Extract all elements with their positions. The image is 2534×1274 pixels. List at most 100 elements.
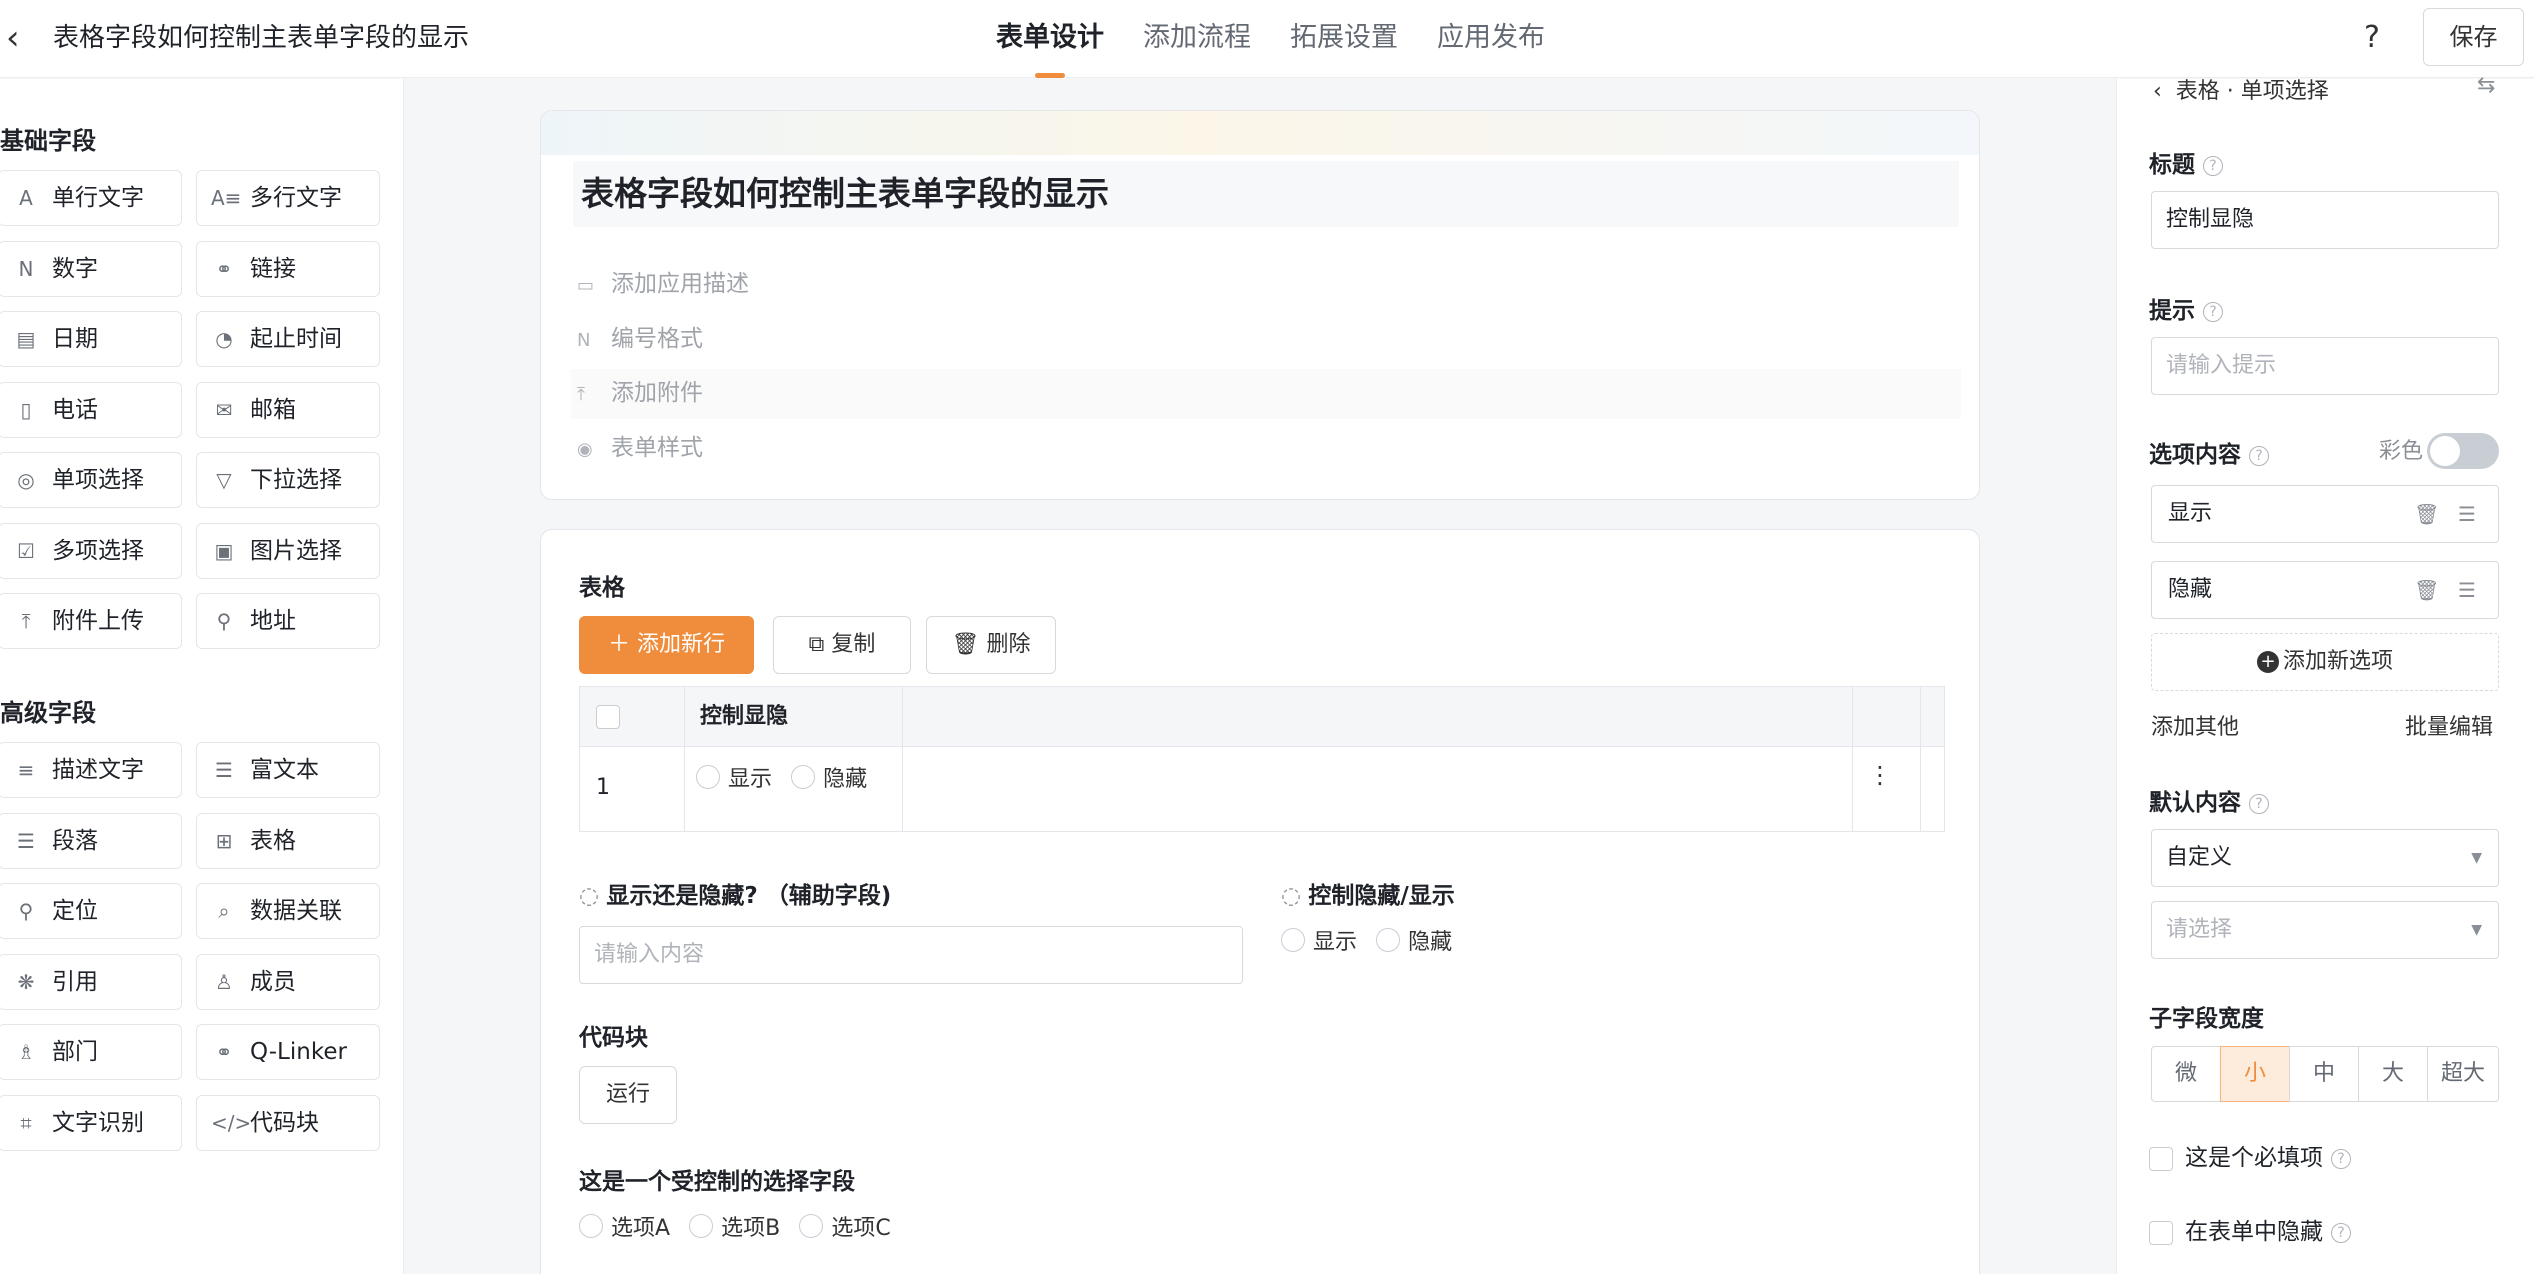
radio-option-b[interactable] bbox=[689, 1214, 714, 1238]
field-label: 数字 bbox=[52, 255, 98, 282]
field-description[interactable]: ≡ 描述文字 bbox=[0, 742, 182, 798]
add-attachment-link[interactable]: ⤒ 添加附件 bbox=[577, 376, 703, 412]
field-label: 邮箱 bbox=[250, 396, 296, 423]
field-member[interactable]: ♙ 成员 bbox=[196, 953, 380, 1010]
radio-hide[interactable] bbox=[1376, 928, 1401, 952]
field-label: 部门 bbox=[52, 1039, 98, 1065]
drag-handle-icon[interactable]: ☰ bbox=[2458, 486, 2476, 542]
add-description-link[interactable]: ▭ 添加应用描述 bbox=[577, 267, 749, 303]
width-option-large[interactable]: 大 bbox=[2358, 1046, 2428, 1102]
field-table[interactable]: ⊞ 表格 bbox=[196, 812, 380, 869]
upload-icon: ⤒ bbox=[21, 609, 31, 633]
form-style-link[interactable]: ◉ 表单样式 bbox=[577, 431, 703, 467]
hidden-checkbox-row[interactable]: 在表单中隐藏? bbox=[2149, 1217, 2351, 1247]
field-reference[interactable]: ❋ 引用 bbox=[0, 953, 182, 1010]
field-label: 多行文字 bbox=[250, 185, 342, 211]
field-q-linker[interactable]: ⚭ Q-Linker bbox=[196, 1024, 380, 1080]
reference-icon: ❋ bbox=[17, 969, 35, 994]
row-more-icon[interactable]: ⋮ bbox=[1868, 761, 1892, 789]
title-input[interactable]: 控制显隐 bbox=[2151, 191, 2499, 249]
trash-icon[interactable]: 🗑 bbox=[2414, 486, 2439, 542]
field-location[interactable]: ⚲ 定位 bbox=[0, 883, 182, 939]
form-header-card: 表格字段如何控制主表单字段的显示 ▭ 添加应用描述 N 编号格式 ⤒ 添加附件 ◉ 表单… bbox=[540, 110, 1980, 500]
default-type-select[interactable]: 自定义 ▼ bbox=[2151, 829, 2499, 887]
time-range-icon: ◔ bbox=[215, 327, 233, 351]
add-other-link[interactable]: 添加其他 bbox=[2151, 709, 2239, 741]
radio-show[interactable] bbox=[1281, 928, 1305, 952]
option-row-show[interactable]: 显示 🗑 ☰ bbox=[2151, 485, 2499, 543]
add-option-button[interactable]: + 添加新选项 bbox=[2151, 633, 2499, 691]
batch-edit-link[interactable]: 批量编辑 bbox=[2405, 709, 2493, 741]
switch-icon[interactable]: ⇆ bbox=[2477, 73, 2495, 98]
number-format-link[interactable]: N 编号格式 bbox=[577, 322, 703, 358]
radio-option-a[interactable] bbox=[579, 1214, 603, 1238]
radio-show[interactable] bbox=[696, 765, 720, 789]
width-option-medium[interactable]: 中 bbox=[2289, 1046, 2359, 1102]
comment-icon: ▭ bbox=[577, 275, 595, 296]
select-all-checkbox[interactable] bbox=[596, 705, 620, 729]
field-date[interactable]: ▤ 日期 bbox=[0, 311, 182, 367]
address-icon: ⚲ bbox=[216, 609, 232, 633]
back-arrow-icon[interactable]: ‹ bbox=[6, 18, 42, 58]
width-option-small[interactable]: 小 bbox=[2220, 1046, 2290, 1102]
field-ocr[interactable]: ⌗ 文字识别 bbox=[0, 1094, 182, 1151]
field-data-link[interactable]: ⌕ 数据关联 bbox=[196, 883, 380, 939]
save-button[interactable]: 保存 bbox=[2423, 8, 2524, 66]
field-label: 文字识别 bbox=[52, 1109, 144, 1136]
field-department[interactable]: ♗ 部门 bbox=[0, 1024, 182, 1080]
field-radio[interactable]: ◎ 单项选择 bbox=[0, 452, 182, 508]
tab-add-process[interactable]: 添加流程 bbox=[1143, 0, 1251, 78]
option-row-hide[interactable]: 隐藏 🗑 ☰ bbox=[2151, 561, 2499, 619]
field-time-range[interactable]: ◔ 起止时间 bbox=[196, 311, 380, 367]
field-address[interactable]: ⚲ 地址 bbox=[196, 593, 380, 649]
plus-circle-icon: + bbox=[2256, 651, 2279, 673]
member-icon: ♙ bbox=[215, 969, 233, 994]
copy-button[interactable]: ⧉ 复制 bbox=[773, 616, 911, 674]
hidden-checkbox[interactable] bbox=[2149, 1220, 2173, 1245]
delete-button[interactable]: 🗑 删除 bbox=[926, 616, 1056, 674]
radio-option-c[interactable] bbox=[799, 1214, 824, 1238]
multi-line-text-icon: A≡ bbox=[211, 186, 242, 210]
width-option-tiny[interactable]: 微 bbox=[2151, 1046, 2221, 1102]
required-checkbox[interactable] bbox=[2149, 1146, 2173, 1171]
help-icon[interactable]: ? bbox=[2364, 18, 2380, 58]
field-mail[interactable]: ✉ 邮箱 bbox=[196, 381, 380, 438]
field-phone[interactable]: ▯ 电话 bbox=[0, 381, 182, 438]
row-radio-group: 显示 隐藏 bbox=[696, 761, 881, 793]
radio-hide[interactable] bbox=[791, 765, 816, 789]
field-rich-text[interactable]: ☰ 富文本 bbox=[196, 742, 380, 798]
field-multi-line-text[interactable]: A≡ 多行文字 bbox=[196, 170, 380, 226]
field-link[interactable]: ⚭ 链接 bbox=[196, 240, 380, 297]
field-image-select[interactable]: ▣ 图片选择 bbox=[196, 522, 380, 579]
add-row-button[interactable]: ＋ 添加新行 bbox=[579, 616, 754, 674]
width-option-xlarge[interactable]: 超大 bbox=[2427, 1046, 2499, 1102]
required-checkbox-row[interactable]: 这是个必填项? bbox=[2149, 1143, 2351, 1173]
field-upload[interactable]: ⤒ 附件上传 bbox=[0, 593, 182, 649]
form-title[interactable]: 表格字段如何控制主表单字段的显示 bbox=[573, 161, 1959, 227]
field-dropdown[interactable]: ▽ 下拉选择 bbox=[196, 452, 380, 508]
field-checkbox[interactable]: ☑ 多项选择 bbox=[0, 522, 182, 579]
tab-form-design[interactable]: 表单设计 bbox=[996, 0, 1104, 78]
table-field-label: 表格 bbox=[579, 575, 625, 601]
header-banner bbox=[541, 111, 1979, 155]
field-single-line-text[interactable]: A 单行文字 bbox=[0, 170, 182, 226]
field-number[interactable]: N 数字 bbox=[0, 240, 182, 297]
field-label: 描述文字 bbox=[52, 757, 144, 783]
field-code[interactable]: </> 代码块 bbox=[196, 1094, 380, 1151]
field-label: 地址 bbox=[250, 608, 296, 634]
run-button[interactable]: 运行 bbox=[579, 1066, 677, 1124]
default-label: 默认内容? bbox=[2149, 783, 2269, 817]
field-label: 图片选择 bbox=[250, 537, 342, 564]
drag-handle-icon[interactable]: ☰ bbox=[2458, 562, 2476, 618]
tab-extension-settings[interactable]: 拓展设置 bbox=[1290, 0, 1398, 78]
tab-app-publish[interactable]: 应用发布 bbox=[1437, 0, 1545, 78]
panel-breadcrumb[interactable]: ‹ 表格 · 单项选择 bbox=[2153, 73, 2329, 105]
field-label: 引用 bbox=[52, 968, 98, 995]
hint-input[interactable]: 请输入提示 bbox=[2151, 337, 2499, 395]
default-value-select[interactable]: 请选择 ▼ bbox=[2151, 901, 2499, 959]
aux-text-input[interactable]: 请输入内容 bbox=[579, 926, 1243, 984]
trash-icon[interactable]: 🗑 bbox=[2414, 562, 2439, 618]
color-toggle[interactable] bbox=[2427, 433, 2499, 469]
field-paragraph[interactable]: ☰ 段落 bbox=[0, 812, 182, 869]
single-line-text-icon: A bbox=[19, 186, 33, 210]
